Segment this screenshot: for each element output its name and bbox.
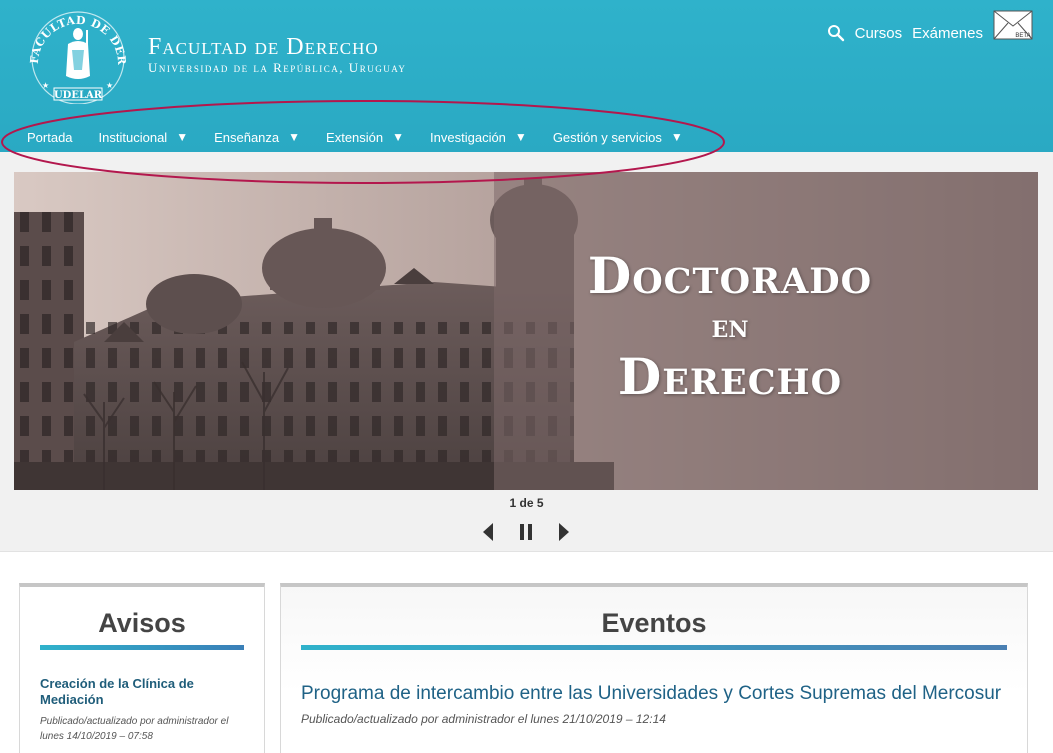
aviso-link[interactable]: Creación de la Clínica de Mediación: [40, 676, 244, 708]
dropdown-arrow-icon: ▼: [176, 130, 189, 144]
next-slide-button[interactable]: [556, 521, 572, 543]
pause-slide-button[interactable]: [518, 521, 534, 543]
nav-item-gestion[interactable]: Gestión y servicios ▼: [540, 122, 696, 152]
brand[interactable]: Facultad de Derecho Universidad de la Re…: [148, 34, 406, 76]
evento-meta: Publicado/actualizado por administrador …: [301, 712, 666, 726]
site-subtitle: Universidad de la República, Uruguay: [148, 60, 407, 75]
page: FACULTAD DE DERECHO ★ ★ UDELAR Facultad …: [0, 0, 1053, 753]
faculty-seal-logo[interactable]: FACULTAD DE DERECHO ★ ★ UDELAR: [24, 4, 132, 104]
svg-text:★: ★: [42, 81, 49, 90]
hero-line-2: en: [711, 307, 749, 345]
cursos-link[interactable]: Cursos: [855, 25, 903, 42]
hero-line-3: Derecho: [617, 347, 843, 406]
top-links: Cursos Exámenes BETA: [827, 8, 1033, 42]
evento-link[interactable]: Programa de intercambio entre las Univer…: [301, 680, 1007, 708]
mail-beta-badge: BETA: [1015, 33, 1030, 39]
seal-bottom-text: UDELAR: [54, 90, 103, 101]
nav-item-investigacion[interactable]: Investigación ▼: [417, 122, 540, 152]
nav-item-label: Enseñanza: [214, 129, 280, 145]
slider-controls: [480, 520, 572, 544]
eventos-divider: [301, 645, 1007, 650]
examenes-link[interactable]: Exámenes: [912, 25, 983, 42]
nav-item-portada[interactable]: Portada: [14, 122, 86, 152]
avisos-divider: [40, 645, 244, 650]
search-icon[interactable]: [827, 24, 845, 42]
eventos-panel: Eventos Programa de intercambio entre la…: [280, 583, 1028, 753]
prev-icon: [483, 523, 493, 541]
avisos-panel: Avisos Creación de la Clínica de Mediaci…: [19, 583, 265, 753]
dropdown-arrow-icon: ▼: [514, 130, 527, 144]
hero-line-1: Doctorado: [587, 246, 873, 305]
next-icon: [559, 523, 569, 541]
mail-icon[interactable]: BETA: [993, 10, 1033, 40]
site-title: Facultad de Derecho: [148, 34, 379, 60]
svg-text:★: ★: [106, 81, 113, 90]
dropdown-arrow-icon: ▼: [392, 130, 405, 144]
nav-item-institucional[interactable]: Institucional ▼: [86, 122, 202, 152]
nav-item-extension[interactable]: Extensión ▼: [313, 122, 417, 152]
nav-item-label: Investigación: [430, 129, 506, 145]
site-header: FACULTAD DE DERECHO ★ ★ UDELAR Facultad …: [0, 0, 1053, 152]
hero-caption: Doctorado en Derecho: [550, 246, 910, 408]
hero-slide[interactable]: Doctorado en Derecho: [14, 172, 1038, 490]
eventos-title: Eventos: [601, 608, 707, 638]
pause-icon: [520, 524, 532, 540]
nav-item-label: Portada: [27, 129, 73, 145]
avisos-title: Avisos: [98, 608, 186, 638]
dropdown-arrow-icon: ▼: [670, 130, 683, 144]
slide-counter: 1 de 5: [509, 496, 544, 510]
nav-item-label: Institucional: [98, 129, 168, 145]
prev-slide-button[interactable]: [480, 521, 496, 543]
aviso-meta: Publicado/actualizado por administrador …: [40, 716, 229, 742]
nav-item-label: Extensión: [326, 129, 384, 145]
nav-item-label: Gestión y servicios: [552, 129, 662, 145]
nav-item-ensenanza[interactable]: Enseñanza ▼: [201, 122, 313, 152]
dropdown-arrow-icon: ▼: [288, 130, 301, 144]
main-nav: Portada Institucional ▼ Enseñanza ▼ Exte…: [14, 122, 696, 152]
